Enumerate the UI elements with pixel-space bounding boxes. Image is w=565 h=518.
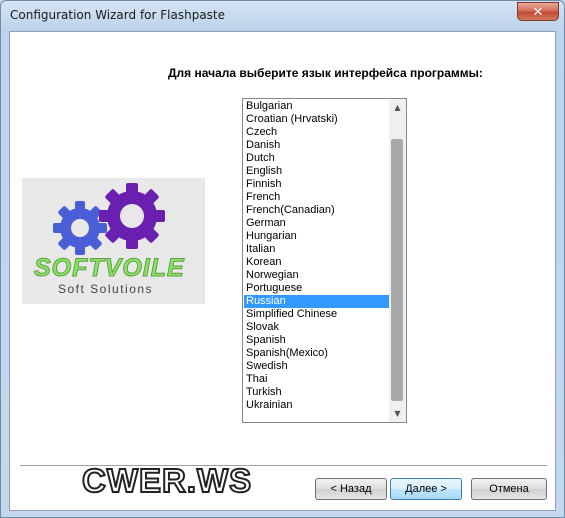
cwer-watermark: CWER.WS <box>57 450 267 510</box>
language-option[interactable]: English <box>244 165 389 178</box>
language-option[interactable]: Danish <box>244 139 389 152</box>
wizard-window: Configuration Wizard for Flashpaste ✕ Дл… <box>0 0 565 518</box>
language-option[interactable]: Hungarian <box>244 230 389 243</box>
language-option[interactable]: Spanish(Mexico) <box>244 347 389 360</box>
listbox-scrollbar[interactable]: ▲ ▼ <box>389 99 406 422</box>
logo-subtitle: Soft Solutions <box>58 282 154 296</box>
language-option[interactable]: German <box>244 217 389 230</box>
language-listbox[interactable]: Bulgarian Croatian (Hrvatski) Czech Danish D… <box>242 98 407 423</box>
language-option[interactable]: Dutch <box>244 152 389 165</box>
language-option[interactable]: Portuguese <box>244 282 389 295</box>
language-option[interactable]: Czech <box>244 126 389 139</box>
close-button[interactable]: ✕ <box>517 2 559 21</box>
language-option[interactable]: Finnish <box>244 178 389 191</box>
language-option[interactable]: Bulgarian <box>244 100 389 113</box>
scroll-down-arrow-icon[interactable]: ▼ <box>389 405 406 422</box>
language-option[interactable]: Thai <box>244 373 389 386</box>
language-prompt: Для начала выберите язык интерфейса прог… <box>168 66 483 80</box>
logo-wordmark: SOFTVOILE <box>34 254 185 283</box>
softvoile-logo: SOFTVOILE Soft Solutions <box>22 178 205 304</box>
scroll-up-arrow-icon[interactable]: ▲ <box>389 99 406 116</box>
watermark-text: CWER.WS <box>81 461 253 500</box>
language-option[interactable]: French(Canadian) <box>244 204 389 217</box>
language-option[interactable]: Slovak <box>244 321 389 334</box>
language-option[interactable]: Croatian (Hrvatski) <box>244 113 389 126</box>
language-option[interactable]: Ukrainian <box>244 399 389 412</box>
language-list[interactable]: Bulgarian Croatian (Hrvatski) Czech Danish D… <box>244 100 389 412</box>
language-option[interactable]: Swedish <box>244 360 389 373</box>
language-option[interactable]: Russian <box>244 295 389 308</box>
scrollbar-thumb[interactable] <box>391 139 403 401</box>
window-title: Configuration Wizard for Flashpaste <box>10 8 226 22</box>
next-button[interactable]: Далее > <box>390 478 462 500</box>
back-button[interactable]: < Назад <box>315 478 387 500</box>
title-bar[interactable]: Configuration Wizard for Flashpaste ✕ <box>1 1 564 31</box>
language-option[interactable]: Italian <box>244 243 389 256</box>
language-option[interactable]: Turkish <box>244 386 389 399</box>
language-option[interactable]: Norwegian <box>244 269 389 282</box>
cancel-button[interactable]: Отмена <box>471 478 547 500</box>
language-option[interactable]: French <box>244 191 389 204</box>
language-option[interactable]: Korean <box>244 256 389 269</box>
wizard-content: Для начала выберите язык интерфейса прог… <box>9 31 556 511</box>
close-icon: ✕ <box>532 5 544 20</box>
language-option[interactable]: Simplified Chinese <box>244 308 389 321</box>
gears-icon <box>53 183 165 255</box>
language-option[interactable]: Spanish <box>244 334 389 347</box>
